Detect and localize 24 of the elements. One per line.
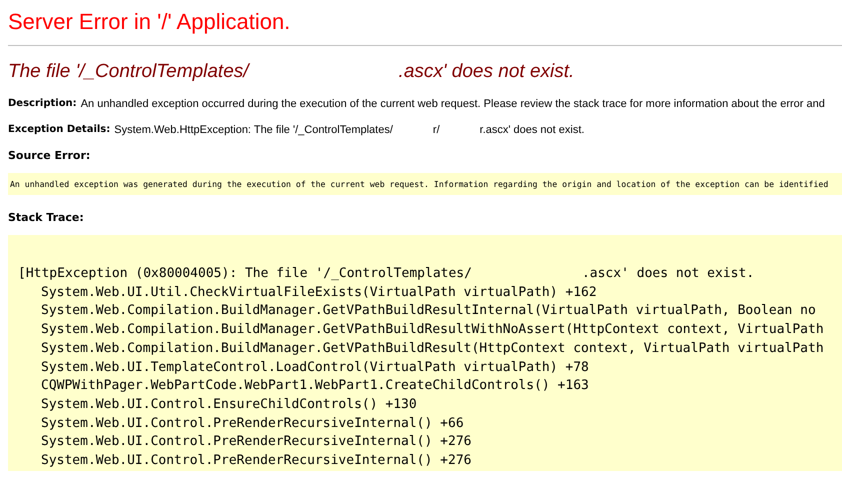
error-heading-text: The file '/_ControlTemplates/ [8, 60, 249, 84]
stack-trace-line: [HttpException (0x80004005): The file '/_ControlTemplates/ [18, 265, 472, 283]
section-label: Stack Trace: [8, 211, 85, 225]
exception-details-text: r/ [432, 123, 440, 137]
stack-trace-line: System.Web.UI.Control.PreRenderRecursiveInternal() +276 [41, 452, 472, 470]
source-error-text: An unhandled exception was generated during the execution of the current web request. Information regarding the origin and location of the exception can be identified [10, 178, 828, 190]
section-label: Source Error: [8, 149, 92, 163]
stack-trace-line: System.Web.Compilation.BuildManager.GetVPathBuildResult(HttpContext context, VirtualPath virtualPath [41, 340, 825, 358]
stack-trace-line: System.Web.UI.Control.PreRenderRecursiveInternal() +66 [41, 414, 465, 433]
stack-trace-line: System.Web.UI.Control.PreRenderRecursiveInternal() +276 [41, 433, 472, 452]
page-title: Server Error in '/' Application. [8, 8, 292, 36]
stack-trace-line: System.Web.UI.Control.EnsureChildControls() +130 [41, 396, 418, 414]
description-text: An unhandled exception occurred during the execution of the current web request. Please review the stack trace for more information about the error and [80, 97, 825, 111]
stack-trace-line: System.Web.UI.TemplateControl.LoadControl(VirtualPath virtualPath) +78 [41, 358, 590, 377]
field-label: Exception Details: [8, 123, 110, 137]
stack-trace-line: CQWPWithPager.WebPartCode.WebPart1.WebPart1.CreateChildControls() +163 [41, 377, 590, 396]
stack-trace-line: System.Web.UI.Util.CheckVirtualFileExists(VirtualPath virtualPath) +162 [41, 284, 598, 302]
stack-trace-line: System.Web.Compilation.BuildManager.GetVPathBuildResultInternal(VirtualPath virtualPath, Boolean no [41, 302, 817, 320]
exception-details-text: r.ascx' does not exist. [480, 123, 584, 137]
exception-details-text: System.Web.HttpException: The file '/_ControlTemplates/ [114, 123, 393, 137]
stack-trace-line: System.Web.Compilation.BuildManager.GetVPathBuildResultWithNoAssert(HttpContext context, VirtualPath [41, 321, 825, 340]
error-heading-text: .ascx' does not exist. [398, 60, 574, 84]
stack-trace-line: .ascx' does not exist. [582, 265, 754, 283]
field-label: Description: [8, 97, 77, 111]
